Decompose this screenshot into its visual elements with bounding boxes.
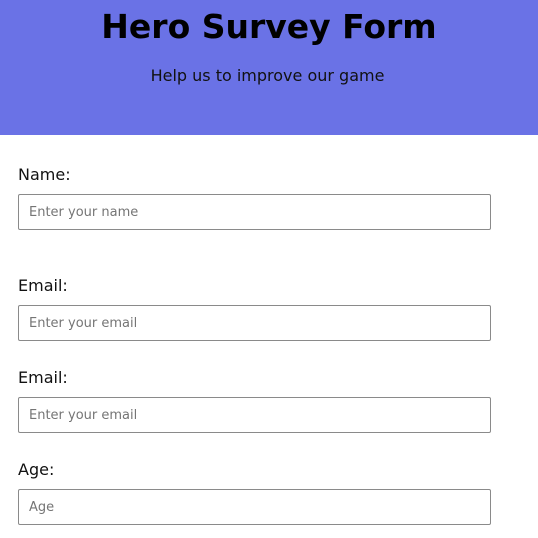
name-label: Name:: [18, 165, 71, 184]
survey-header: Hero Survey Form Help us to improve our …: [0, 0, 538, 135]
email-label: Email:: [18, 276, 68, 295]
age-input[interactable]: [18, 489, 491, 525]
page-subtitle: Help us to improve our game: [150, 66, 385, 85]
page-title: Hero Survey Form: [101, 7, 437, 46]
email-input[interactable]: [18, 305, 491, 341]
survey-form: Name: Email: Email: Age:: [0, 135, 538, 538]
age-label: Age:: [18, 460, 55, 479]
name-input[interactable]: [18, 194, 491, 230]
email-label-2: Email:: [18, 368, 68, 387]
email-input-2[interactable]: [18, 397, 491, 433]
